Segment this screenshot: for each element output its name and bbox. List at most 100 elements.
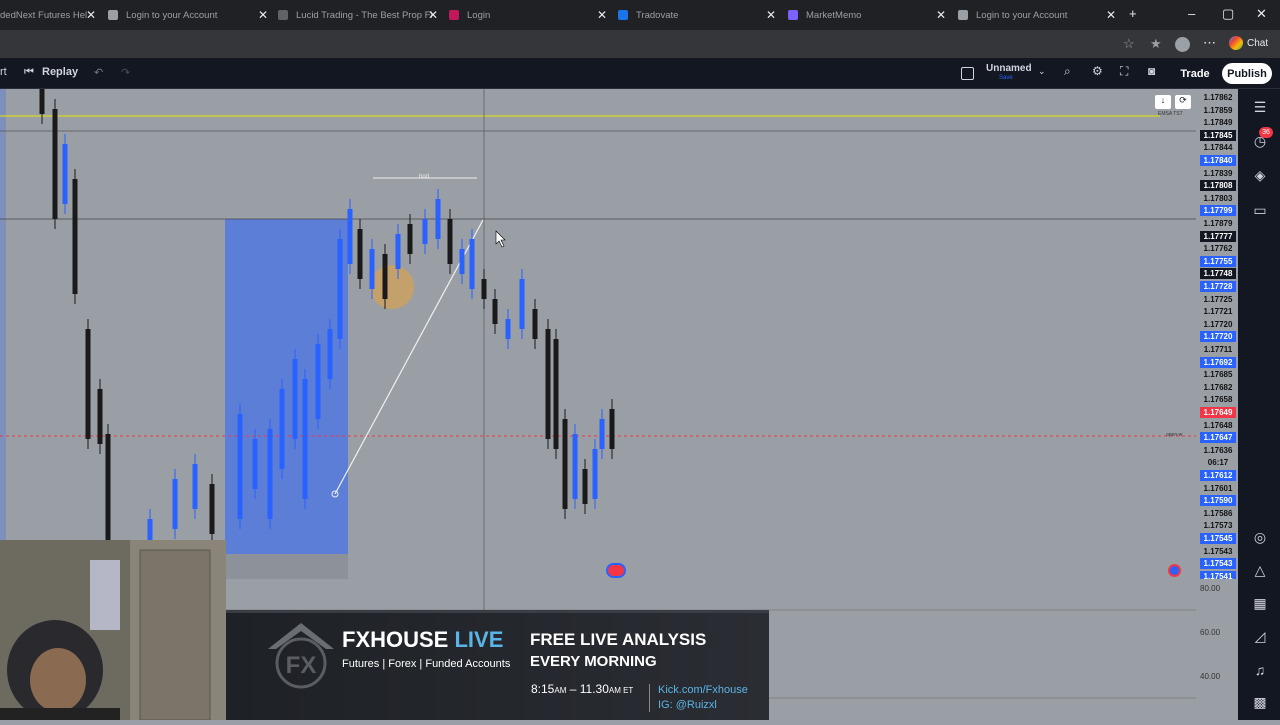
time-end: 11.30 bbox=[579, 682, 609, 696]
time-start-suffix: AM bbox=[554, 686, 567, 695]
osc-level-80: 80.00 bbox=[1200, 584, 1221, 593]
candle-body bbox=[315, 344, 321, 419]
osc-level-40: 40.00 bbox=[1200, 672, 1221, 681]
mouse-cursor-icon bbox=[495, 230, 506, 248]
price-label: 1.17682 bbox=[1203, 382, 1233, 392]
notification-badge: 36 bbox=[1259, 127, 1273, 138]
price-label: 1.17839 bbox=[1203, 168, 1233, 178]
minimize-button[interactable]: – bbox=[1188, 6, 1195, 21]
chat-button[interactable]: Chat bbox=[1229, 36, 1268, 50]
search-icon[interactable]: ⌕ bbox=[1064, 64, 1071, 79]
candle-body bbox=[435, 199, 441, 239]
price-label: 1.17862 bbox=[1203, 93, 1233, 102]
download-icon[interactable]: ↓ bbox=[1155, 95, 1171, 109]
svg-text:FX: FX bbox=[286, 652, 317, 679]
sync-icon[interactable]: ⟳ bbox=[1175, 95, 1191, 109]
price-label: 1.17755 bbox=[1200, 255, 1236, 267]
instagram-link[interactable]: IG: @Ruizxl bbox=[658, 699, 717, 711]
watchlist-icon[interactable]: ☰ bbox=[1252, 99, 1268, 115]
signal-icon[interactable]: ◿ bbox=[1252, 628, 1268, 644]
redo-icon[interactable]: ↷ bbox=[121, 66, 130, 79]
browser-tab[interactable]: dedNext Futures Hel ✕ bbox=[0, 0, 96, 30]
browser-tab[interactable]: Login ✕ bbox=[449, 0, 607, 30]
event-marker-icon[interactable] bbox=[1168, 564, 1181, 577]
close-icon[interactable]: ✕ bbox=[1106, 8, 1116, 22]
bookmarks-icon[interactable]: ★ bbox=[1150, 36, 1162, 52]
maximize-button[interactable]: ▢ bbox=[1222, 6, 1234, 22]
bell-icon[interactable]: ♫ bbox=[1252, 662, 1268, 678]
layout-name[interactable]: Unnamed bbox=[986, 63, 1032, 74]
avatar[interactable] bbox=[1175, 37, 1190, 52]
calendar-icon[interactable]: ▦ bbox=[1252, 595, 1268, 611]
event-flag-icon[interactable] bbox=[606, 563, 626, 578]
schedule: 8:15AM – 11.30AM ET bbox=[531, 682, 633, 696]
candle-body bbox=[327, 329, 333, 379]
star-icon[interactable]: ☆ bbox=[1123, 36, 1135, 52]
browser-tab[interactable]: Login to your Account ✕ bbox=[108, 0, 268, 30]
toolbar-fragment[interactable]: rt bbox=[0, 66, 7, 78]
more-icon[interactable]: ⋯ bbox=[1203, 35, 1216, 51]
replay-button[interactable]: Replay bbox=[42, 66, 78, 78]
right-sidebar bbox=[1238, 89, 1280, 720]
candle-body bbox=[582, 469, 588, 504]
close-icon[interactable]: ✕ bbox=[428, 8, 438, 22]
close-icon[interactable]: ✕ bbox=[597, 8, 607, 22]
candle-body bbox=[252, 439, 258, 489]
headline-2: EVERY MORNING bbox=[530, 653, 657, 670]
ideas-icon[interactable]: △ bbox=[1252, 562, 1268, 578]
trade-button[interactable]: Trade bbox=[1174, 63, 1216, 84]
candle-body bbox=[192, 464, 198, 509]
candle-body bbox=[39, 89, 45, 114]
price-label: 1.17711 bbox=[1203, 345, 1233, 354]
price-label: 1.17573 bbox=[1203, 521, 1233, 531]
settings-icon[interactable]: ⚙ bbox=[1092, 64, 1103, 78]
fullscreen-icon[interactable]: ⛶ bbox=[1120, 64, 1128, 79]
price-label: 1.17777 bbox=[1200, 230, 1236, 242]
candle-body bbox=[62, 144, 68, 204]
target-icon[interactable]: ◎ bbox=[1252, 529, 1268, 545]
price-label: 1.17658 bbox=[1203, 395, 1233, 405]
webcam-overlay bbox=[0, 540, 226, 720]
kick-link[interactable]: Kick.com/Fxhouse bbox=[658, 684, 748, 696]
chat-label: Chat bbox=[1247, 37, 1269, 49]
candle-body bbox=[532, 309, 538, 339]
close-icon[interactable]: ✕ bbox=[258, 8, 268, 22]
price-label: 1.17586 bbox=[1203, 508, 1233, 518]
browser-tab[interactable]: Tradovate ✕ bbox=[618, 0, 776, 30]
new-tab-button[interactable]: + bbox=[1129, 6, 1137, 21]
open-label: open-w bbox=[1166, 432, 1183, 438]
layout-save-label[interactable]: Save bbox=[999, 75, 1013, 81]
close-icon[interactable]: ✕ bbox=[936, 8, 946, 22]
publish-button[interactable]: Publish bbox=[1222, 63, 1272, 84]
browser-tab[interactable]: Lucid Trading - The Best Prop Fi ✕ bbox=[278, 0, 438, 30]
close-window-button[interactable]: ✕ bbox=[1256, 6, 1267, 22]
chart-canvas bbox=[0, 89, 1196, 579]
price-label: 1.17748 bbox=[1200, 268, 1236, 280]
browser-tab-bar: dedNext Futures Hel ✕ Login to your Acco… bbox=[0, 0, 1280, 30]
close-icon[interactable]: ✕ bbox=[86, 8, 96, 22]
chevron-down-icon[interactable]: ⌄ bbox=[1038, 66, 1046, 77]
price-label: 1.17685 bbox=[1203, 370, 1233, 380]
favicon-icon bbox=[788, 10, 798, 20]
headline-1: FREE LIVE ANALYSIS bbox=[530, 630, 707, 649]
chat-icon[interactable]: ▭ bbox=[1252, 202, 1268, 218]
browser-tab[interactable]: MarketMemo ✕ bbox=[788, 0, 946, 30]
browser-tab[interactable]: Login to your Account ✕ bbox=[958, 0, 1116, 30]
price-label: 1.17647 bbox=[1200, 432, 1236, 444]
candle-body bbox=[52, 109, 58, 219]
price-label: 1.17859 bbox=[1203, 105, 1233, 115]
close-icon[interactable]: ✕ bbox=[766, 8, 776, 22]
candle-body bbox=[519, 279, 525, 329]
price-label: 1.17648 bbox=[1203, 420, 1233, 430]
candle-body bbox=[369, 249, 375, 289]
price-label: 1.17636 bbox=[1203, 445, 1233, 455]
apps-icon[interactable]: ▩ bbox=[1252, 694, 1268, 710]
layers-icon[interactable]: ◈ bbox=[1252, 167, 1268, 183]
price-label: 1.17799 bbox=[1200, 205, 1236, 217]
camera-icon[interactable]: ◙ bbox=[1148, 64, 1155, 78]
price-label: 1.17590 bbox=[1200, 495, 1236, 507]
undo-icon[interactable]: ↶ bbox=[94, 66, 103, 79]
price-chart[interactable]: hod EMSA TST open-w ↓ ⟳ bbox=[0, 89, 1238, 579]
layout-icon[interactable] bbox=[961, 67, 974, 80]
copilot-icon bbox=[1229, 36, 1243, 50]
